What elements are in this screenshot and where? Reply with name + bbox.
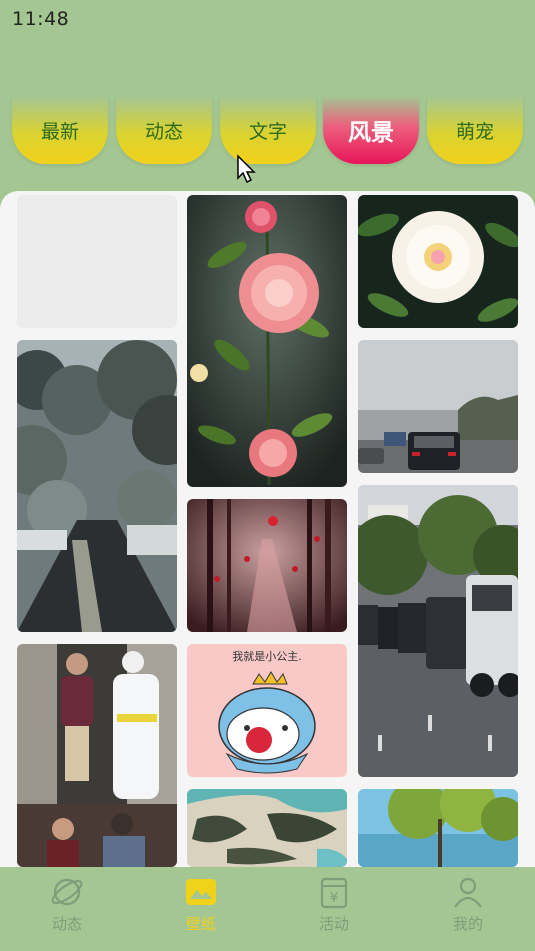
wallpaper-thumb-placeholder[interactable] bbox=[17, 195, 177, 328]
nav-label: 动态 bbox=[51, 915, 82, 933]
wallpaper-thumb-coast-aerial[interactable] bbox=[187, 789, 347, 867]
tab-scenery[interactable]: 风景 bbox=[323, 96, 419, 164]
planet-icon bbox=[51, 878, 83, 906]
category-tabs: 最新 动态 文字 风景 萌宠 bbox=[0, 96, 535, 166]
tab-label: 萌宠 bbox=[455, 120, 494, 143]
wallpaper-icon bbox=[186, 879, 216, 905]
wallpaper-thumb-princess-sticker[interactable]: 我就是小公主. bbox=[187, 644, 347, 777]
nav-dynamic[interactable]: 动态 bbox=[0, 867, 134, 951]
calendar-icon: ¥ bbox=[320, 877, 348, 909]
wallpaper-thumb-white-peony[interactable] bbox=[358, 195, 518, 328]
status-time: 11:48 bbox=[12, 8, 70, 30]
wallpaper-thumb-tree-sea[interactable] bbox=[358, 789, 518, 867]
tab-dynamic[interactable]: 动态 bbox=[116, 96, 212, 164]
bottom-nav: 动态 壁纸 ¥ 活动 我的 bbox=[0, 867, 535, 951]
tab-label: 风景 bbox=[348, 120, 394, 146]
tab-pets[interactable]: 萌宠 bbox=[427, 96, 523, 164]
tab-label: 最新 bbox=[40, 120, 79, 143]
tab-label: 动态 bbox=[144, 120, 183, 143]
wallpaper-thumb-snowy-road[interactable] bbox=[17, 340, 177, 632]
tab-label: 文字 bbox=[248, 120, 287, 143]
wallpaper-grid: 我就是小公主. bbox=[0, 191, 535, 867]
profile-icon bbox=[454, 877, 482, 908]
wallpaper-thumb-people[interactable] bbox=[17, 644, 177, 867]
tab-text[interactable]: 文字 bbox=[220, 96, 316, 164]
nav-label: 活动 bbox=[318, 915, 349, 933]
wallpaper-thumb-peony-painting[interactable] bbox=[187, 195, 347, 487]
wallpaper-thumb-rose-path[interactable] bbox=[187, 499, 347, 632]
nav-label: 我的 bbox=[452, 915, 483, 933]
wallpaper-thumb-suv-road[interactable] bbox=[358, 340, 518, 473]
tab-latest[interactable]: 最新 bbox=[12, 96, 108, 164]
mouse-cursor-icon bbox=[237, 154, 256, 184]
nav-label: 壁纸 bbox=[185, 915, 216, 933]
nav-activity[interactable]: ¥ 活动 bbox=[267, 867, 401, 951]
svg-text:¥: ¥ bbox=[330, 891, 338, 906]
nav-wallpaper[interactable]: 壁纸 bbox=[134, 867, 268, 951]
wallpaper-thumb-suv-convoy[interactable] bbox=[358, 485, 518, 777]
nav-profile[interactable]: 我的 bbox=[401, 867, 535, 951]
